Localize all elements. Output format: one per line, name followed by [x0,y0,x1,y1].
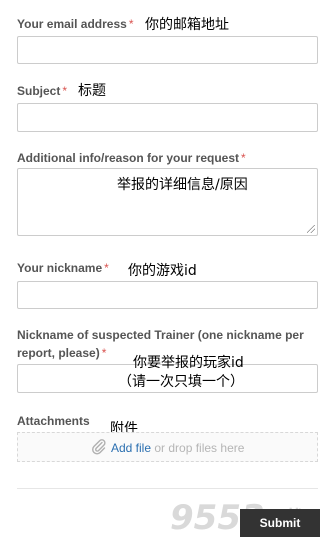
nickname-field[interactable] [17,281,318,309]
suspect-label-line2-text: report, please) [17,346,100,360]
nickname-label: Your nickname * [17,259,109,277]
subject-required-mark: * [62,84,68,98]
subject-label: Subject * [17,82,67,100]
form-divider [17,488,318,489]
suspect-note-line1: 你要举报的玩家id [133,355,244,371]
suspect-label-line2: report, please) * [17,344,106,362]
suspect-note-line2: （请一次只填一个） [118,374,244,390]
subject-label-text: Subject [17,84,61,98]
nickname-note: 你的游戏id [128,263,197,279]
support-request-form: Your email address * 你的邮箱地址 Subject * 标题 A… [0,0,325,541]
subject-field[interactable] [17,103,318,132]
email-label: Your email address * [17,15,134,33]
drop-files-text: or drop files here [151,441,245,455]
email-required-mark: * [128,17,134,31]
add-file-link[interactable]: Add file [111,441,151,455]
email-note: 你的邮箱地址 [145,17,229,33]
nickname-label-text: Your nickname [17,261,103,275]
email-field[interactable] [17,36,318,64]
attachments-label: Attachments [17,414,90,428]
nickname-required-mark: * [104,261,109,275]
additional-info-note: 举报的详细信息/原因 [117,177,248,193]
attachment-dropzone[interactable]: Add file or drop files here [17,432,318,462]
resize-handle-icon[interactable] [307,225,315,233]
additional-info-label-text: Additional info/reason for your request [17,151,240,165]
additional-info-label: Additional info/reason for your request * [17,149,246,167]
paperclip-icon [92,439,106,455]
email-label-text: Your email address [17,17,127,31]
suspect-required-mark: * [101,346,107,360]
submit-button[interactable]: Submit [240,509,320,537]
subject-note: 标题 [78,83,106,99]
additional-info-required-mark: * [241,151,246,165]
suspect-label-line1: Nickname of suspected Trainer (one nickn… [17,328,304,342]
dropzone-text: Add file or drop files here [111,441,244,455]
